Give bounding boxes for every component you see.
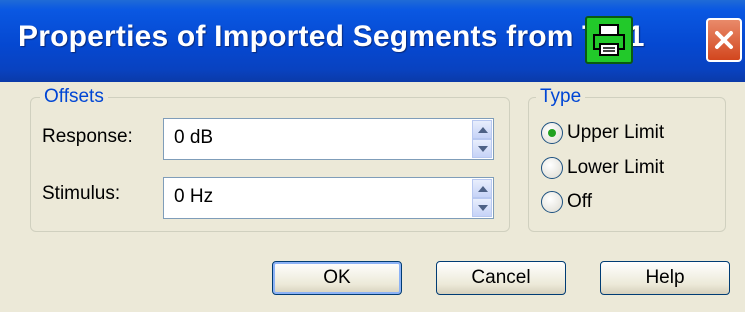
radio-label: Lower Limit [567,157,665,178]
response-value: 0 dB [174,127,214,148]
close-button[interactable] [706,18,742,62]
dialog-title: Properties of Imported Segments from Trc… [18,20,645,53]
stimulus-spinner[interactable] [472,179,492,217]
radio-lower-limit[interactable]: Lower Limit [541,156,721,182]
offsets-legend: Offsets [40,86,108,108]
response-spin-down-button[interactable] [472,139,492,158]
stimulus-spin-down-button[interactable] [472,198,492,217]
stimulus-spin-up-button[interactable] [472,179,492,198]
radio-selected-dot [548,129,556,137]
arrow-up-icon [478,186,488,192]
radio-label: Off [567,191,592,212]
radio-button[interactable] [541,191,563,213]
stimulus-field[interactable]: 0 Hz [163,177,494,219]
help-button[interactable]: Help [600,261,730,295]
response-spin-up-button[interactable] [472,120,492,139]
arrow-up-icon [478,127,488,133]
response-label: Response: [42,126,133,147]
radio-button[interactable] [541,122,563,144]
title-bar[interactable]: Properties of Imported Segments from Trc… [0,0,745,82]
radio-label: Upper Limit [567,122,665,143]
radio-off[interactable]: Off [541,190,721,216]
print-button[interactable] [585,16,633,64]
radio-upper-limit[interactable]: Upper Limit [541,121,721,147]
printer-icon [593,24,625,56]
stimulus-value: 0 Hz [174,186,214,207]
response-field[interactable]: 0 dB [163,118,494,160]
type-legend: Type [536,86,586,108]
close-icon [715,31,733,49]
cancel-button[interactable]: Cancel [436,261,566,295]
radio-button[interactable] [541,157,563,179]
arrow-down-icon [478,146,488,152]
response-spinner[interactable] [472,120,492,158]
arrow-down-icon [478,205,488,211]
properties-dialog: Properties of Imported Segments from Trc… [0,0,745,312]
ok-button[interactable]: OK [272,261,402,295]
stimulus-label: Stimulus: [42,183,121,204]
